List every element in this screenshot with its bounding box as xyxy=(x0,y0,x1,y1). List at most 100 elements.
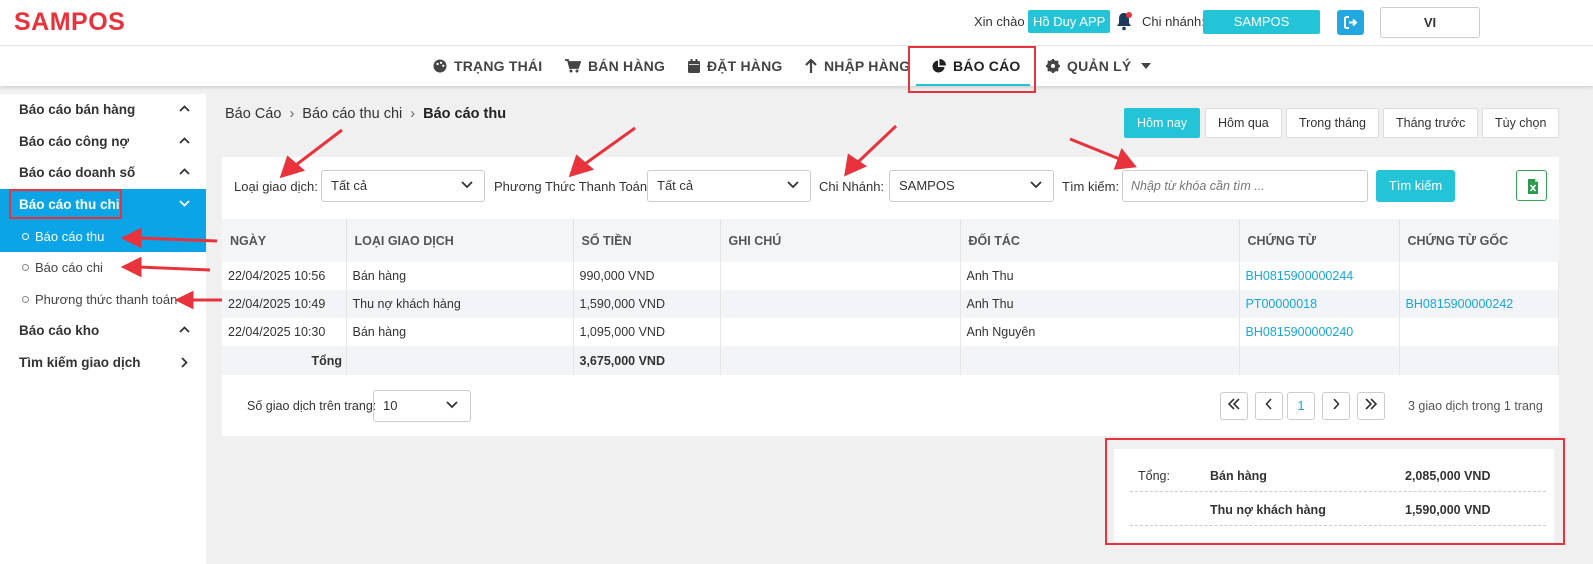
type-filter-label: Loại giao dịch: xyxy=(234,179,318,194)
cell-partner: Anh Thu xyxy=(960,290,1240,318)
cell-amount: 990,000 VND xyxy=(573,262,721,290)
nav-label: TRẠNG THÁI xyxy=(454,58,543,74)
method-filter-select[interactable]: Tất cả xyxy=(647,170,811,202)
nav-label: BÁN HÀNG xyxy=(588,58,666,74)
column-header[interactable]: CHỨNG TỪ xyxy=(1239,219,1400,262)
nav-label: QUẢN LÝ xyxy=(1067,58,1132,74)
sidebar-item-doanh-so[interactable]: Báo cáo doanh số xyxy=(0,157,206,189)
page-number-button[interactable]: 1 xyxy=(1287,392,1315,420)
breadcrumb-item[interactable]: Báo Cáo xyxy=(225,106,281,122)
period-this-month-button[interactable]: Trong tháng xyxy=(1286,108,1379,138)
table-total-row: Tổng 3,675,000 VND xyxy=(222,346,1559,375)
arrow-up-icon xyxy=(805,58,817,73)
logo[interactable]: SAMPOS xyxy=(14,8,125,37)
cell-origin-voucher-link[interactable] xyxy=(1399,262,1559,290)
branch-label: Chi nhánh: xyxy=(1142,14,1205,29)
next-page-button[interactable] xyxy=(1322,392,1350,420)
column-header[interactable]: ĐỐI TÁC xyxy=(960,219,1240,262)
cell-origin-voucher-link[interactable] xyxy=(1399,318,1559,346)
sidebar-sub-bao-cao-thu[interactable]: Báo cáo thu xyxy=(0,221,206,252)
logout-button[interactable] xyxy=(1337,10,1364,35)
nav-nhap-hang[interactable]: NHẬP HÀNG xyxy=(805,46,910,86)
column-header[interactable]: SỐ TIỀN xyxy=(573,219,721,262)
cell-date: 22/04/2025 10:49 xyxy=(222,290,347,318)
breadcrumb-separator: › xyxy=(410,106,416,122)
export-excel-button[interactable] xyxy=(1516,170,1547,201)
cell-note xyxy=(720,318,961,346)
cell-voucher-link[interactable]: PT00000018 xyxy=(1239,290,1400,318)
chevron-right-icon xyxy=(181,357,188,368)
period-yesterday-button[interactable]: Hôm qua xyxy=(1205,108,1282,138)
double-chevron-left-icon xyxy=(1227,398,1240,410)
sidebar-sub-label: Phương thức thanh toán xyxy=(35,292,178,307)
cell-amount: 1,095,000 VND xyxy=(573,318,721,346)
nav-dat-hang[interactable]: ĐẶT HÀNG xyxy=(688,46,782,86)
search-input[interactable] xyxy=(1122,170,1368,202)
select-value: 10 xyxy=(383,398,398,413)
branch-selector[interactable]: SAMPOS xyxy=(1203,10,1320,34)
period-today-button[interactable]: Hôm nay xyxy=(1124,108,1201,138)
logout-icon xyxy=(1344,16,1358,29)
sidebar-sub-phuong-thuc[interactable]: Phương thức thanh toán xyxy=(0,284,206,315)
bell-icon[interactable] xyxy=(1115,11,1133,31)
period-custom-button[interactable]: Tùy chọn xyxy=(1482,108,1560,138)
column-header[interactable]: LOẠI GIAO DỊCH xyxy=(346,219,574,262)
method-filter-label: Phương Thức Thanh Toán: xyxy=(494,179,651,194)
cell-type: Bán hàng xyxy=(346,318,574,346)
sidebar-item-tim-kiem[interactable]: Tìm kiếm giao dịch xyxy=(0,347,206,379)
select-value: Tất cả xyxy=(657,178,694,193)
cell-partner: Anh Thu xyxy=(960,262,1240,290)
cell-amount: 1,590,000 VND xyxy=(573,290,721,318)
column-header[interactable]: CHỨNG TỪ GỐC xyxy=(1399,219,1559,262)
chevron-down-icon xyxy=(787,181,799,189)
cell-partner: Anh Nguyên xyxy=(960,318,1240,346)
per-page-label: Số giao dịch trên trang: xyxy=(247,399,377,413)
chevron-up-icon xyxy=(179,137,190,144)
nav-trang-thai[interactable]: TRẠNG THÁI xyxy=(433,46,542,86)
column-header[interactable]: NGÀY xyxy=(222,219,347,262)
nav-ban-hang[interactable]: BÁN HÀNG xyxy=(565,46,665,86)
select-value: SAMPOS xyxy=(899,178,955,193)
sidebar-sub-label: Báo cáo chi xyxy=(35,260,103,275)
sidebar-sub-bao-cao-chi[interactable]: Báo cáo chi xyxy=(0,252,206,283)
language-button[interactable]: VI xyxy=(1380,7,1480,38)
sidebar-item-kho[interactable]: Báo cáo kho xyxy=(0,315,206,347)
search-button[interactable]: Tìm kiếm xyxy=(1376,170,1455,202)
branch-filter-select[interactable]: SAMPOS xyxy=(889,170,1054,202)
top-bar: SAMPOS Xin chào Hồ Duy APP Chi nhánh: SA… xyxy=(0,0,1593,46)
breadcrumb-item[interactable]: Báo cáo thu chi xyxy=(302,106,402,122)
period-last-month-button[interactable]: Tháng trước xyxy=(1383,108,1479,138)
chevron-down-icon xyxy=(461,181,473,189)
sidebar-item-cong-no[interactable]: Báo cáo công nợ xyxy=(0,126,206,158)
cell-empty xyxy=(720,346,961,375)
caret-down-icon xyxy=(1140,63,1151,69)
cell-origin-voucher-link[interactable]: BH0815900000242 xyxy=(1399,290,1559,318)
chevron-up-icon xyxy=(179,168,190,175)
highlight-box xyxy=(1105,438,1565,545)
cell-voucher-link[interactable]: BH0815900000244 xyxy=(1239,262,1400,290)
main-nav: TRẠNG THÁI BÁN HÀNG ĐẶT HÀNG NHẬP HÀNG B… xyxy=(0,46,1593,86)
nav-quan-ly[interactable]: QUẢN LÝ xyxy=(1046,46,1151,86)
table-header-row: NGÀY LOẠI GIAO DỊCH SỐ TIỀN GHI CHÚ ĐỐI … xyxy=(222,219,1559,262)
table-row[interactable]: 22/04/2025 10:49 Thu nợ khách hàng 1,590… xyxy=(222,290,1559,318)
type-filter-select[interactable]: Tất cả xyxy=(321,170,485,202)
cell-empty xyxy=(1239,346,1400,375)
last-page-button[interactable] xyxy=(1357,392,1385,420)
table-row[interactable]: 22/04/2025 10:30 Bán hàng 1,095,000 VND … xyxy=(222,318,1559,346)
column-header[interactable]: GHI CHÚ xyxy=(720,219,961,262)
search-label: Tìm kiếm: xyxy=(1062,179,1120,194)
cell-type: Bán hàng xyxy=(346,262,574,290)
breadcrumb-separator: › xyxy=(289,106,295,122)
sidebar-item-ban-hang[interactable]: Báo cáo bán hàng xyxy=(0,94,206,126)
circle-icon xyxy=(22,264,29,271)
prev-page-button[interactable] xyxy=(1255,392,1283,420)
first-page-button[interactable] xyxy=(1220,392,1248,420)
gear-icon xyxy=(1046,59,1060,73)
circle-icon xyxy=(22,233,29,240)
user-badge[interactable]: Hồ Duy APP xyxy=(1028,10,1111,33)
sidebar-item-label: Tìm kiếm giao dịch xyxy=(19,355,141,370)
sidebar: Báo cáo bán hàng Báo cáo công nợ Báo cáo… xyxy=(0,94,206,564)
per-page-select[interactable]: 10 xyxy=(373,390,471,422)
cell-voucher-link[interactable]: BH0815900000240 xyxy=(1239,318,1400,346)
table-row[interactable]: 22/04/2025 10:56 Bán hàng 990,000 VND An… xyxy=(222,262,1559,290)
